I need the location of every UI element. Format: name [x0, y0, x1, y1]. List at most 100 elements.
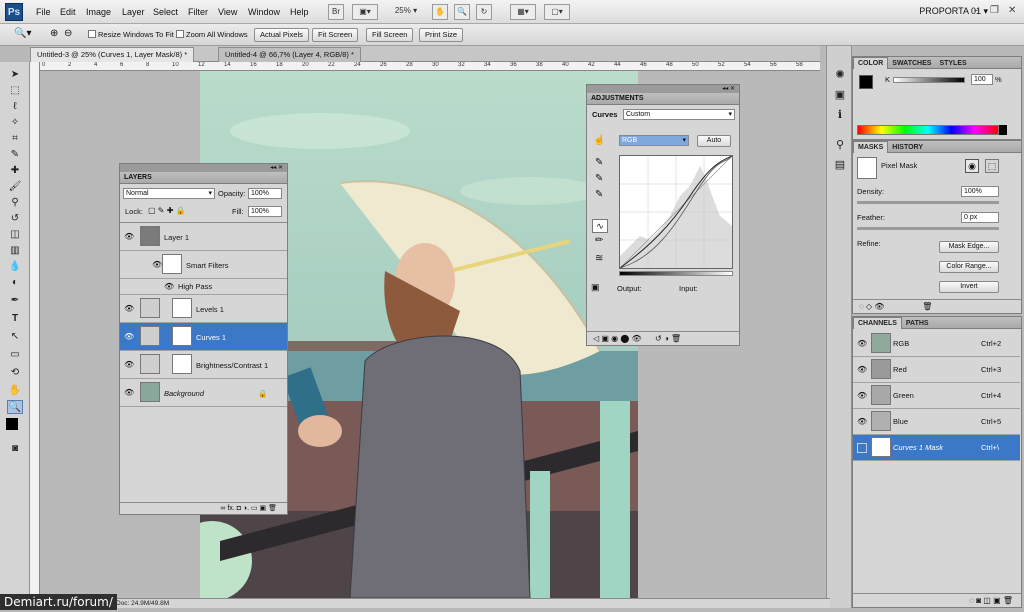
- zoom-level[interactable]: 25% ▾: [388, 4, 424, 20]
- shape-tool-icon[interactable]: ▭: [7, 348, 23, 362]
- tab-color[interactable]: COLOR: [853, 57, 889, 69]
- feather-slider[interactable]: [857, 227, 999, 230]
- eye-icon[interactable]: 👁: [152, 260, 162, 269]
- crop-tool-icon[interactable]: ⌗: [7, 132, 23, 146]
- print-size-button[interactable]: Print Size: [419, 28, 464, 42]
- layer-row-high-pass[interactable]: 👁 High Pass: [120, 279, 287, 295]
- blend-mode-select[interactable]: Normal ▾: [123, 188, 215, 199]
- feather-field[interactable]: 0 px: [961, 212, 999, 223]
- foreground-color-swatch[interactable]: [6, 418, 18, 430]
- move-tool-icon[interactable]: ➤: [7, 68, 23, 82]
- channel-select[interactable]: RGB ▾: [619, 135, 689, 146]
- tab-styles[interactable]: STYLES: [935, 58, 970, 69]
- eye-icon[interactable]: 👁: [164, 282, 174, 291]
- hand-tool-icon[interactable]: ✋: [7, 384, 23, 398]
- tab-paths[interactable]: PATHS: [902, 318, 933, 329]
- resize-windows-checkbox[interactable]: [88, 30, 96, 38]
- rotate-view-icon[interactable]: ↻: [476, 4, 492, 20]
- black-ramp-swatch[interactable]: [999, 125, 1007, 135]
- black-point-eyedropper-icon[interactable]: ✎: [595, 157, 603, 168]
- pencil-tool-icon[interactable]: ✏: [595, 235, 603, 246]
- path-selection-icon[interactable]: ↖: [7, 330, 23, 344]
- channel-row-red[interactable]: 👁 Red Ctrl+3: [853, 357, 1020, 383]
- opacity-field[interactable]: 100%: [248, 188, 282, 199]
- marquee-tool-icon[interactable]: ⬚: [7, 84, 23, 98]
- curves-preset-select[interactable]: Custom ▾: [623, 109, 735, 120]
- mask-edge-button[interactable]: Mask Edge...: [939, 241, 999, 253]
- smooth-icon[interactable]: ≋: [595, 253, 603, 264]
- zoom-tool-icon[interactable]: 🔍: [7, 400, 23, 414]
- tab-masks[interactable]: MASKS: [853, 141, 889, 153]
- actual-pixels-button[interactable]: Actual Pixels: [254, 28, 309, 42]
- hand-tool-icon[interactable]: ✋: [432, 4, 448, 20]
- tab-swatches[interactable]: SWATCHES: [888, 58, 935, 69]
- brush-presets-icon[interactable]: ⚲: [832, 138, 848, 152]
- menu-help[interactable]: Help: [290, 7, 309, 17]
- magic-wand-icon[interactable]: ✧: [7, 116, 23, 130]
- menu-file[interactable]: File: [36, 7, 51, 17]
- zoom-tool-icon[interactable]: 🔍: [454, 4, 470, 20]
- channel-row-curves-mask[interactable]: Curves 1 Mask Ctrl+\: [853, 435, 1020, 461]
- fit-screen-button[interactable]: Fit Screen: [312, 28, 359, 42]
- visibility-box[interactable]: [857, 443, 867, 453]
- tab-untitled-4[interactable]: Untitled-4 @ 66,7% (Layer 4, RGB/8) *: [218, 47, 361, 62]
- lock-icons[interactable]: ▢ ✎ ✚ 🔒: [148, 206, 186, 215]
- gray-point-eyedropper-icon[interactable]: ✎: [595, 173, 603, 184]
- eye-icon[interactable]: 👁: [124, 388, 134, 397]
- channel-row-rgb[interactable]: 👁 RGB Ctrl+2: [853, 331, 1020, 357]
- eye-icon[interactable]: 👁: [857, 339, 867, 348]
- clone-source-icon[interactable]: ▤: [832, 158, 848, 172]
- 3d-rotate-icon[interactable]: ⟲: [7, 366, 23, 380]
- layers-footer-icons[interactable]: ∞ fx. ◘ ◑. ▭ ▣ 🗑: [120, 502, 287, 514]
- screen-mode-icon[interactable]: ▢▾: [544, 4, 570, 20]
- zoom-in-icon[interactable]: ⊕: [50, 28, 58, 39]
- masks-footer-icons[interactable]: ◌ ◇ 👁 🗑: [853, 299, 1021, 313]
- channel-row-blue[interactable]: 👁 Blue Ctrl+5: [853, 409, 1020, 435]
- adjustments-titlebar[interactable]: ◂◂ ✕: [587, 85, 739, 93]
- tab-history[interactable]: HISTORY: [888, 142, 927, 153]
- eye-icon[interactable]: 👁: [857, 365, 867, 374]
- tab-untitled-3[interactable]: Untitled-3 @ 25% (Curves 1, Layer Mask/8…: [30, 47, 195, 62]
- menu-view[interactable]: View: [218, 7, 237, 17]
- density-field[interactable]: 100%: [961, 186, 999, 197]
- dodge-tool-icon[interactable]: ◐: [7, 276, 23, 290]
- zoom-out-icon[interactable]: ⊖: [64, 28, 72, 39]
- layer-row-background[interactable]: 👁 Background 🔒: [120, 379, 287, 407]
- eye-icon[interactable]: 👁: [124, 304, 134, 313]
- eyedropper-tool-icon[interactable]: ✎: [7, 148, 23, 162]
- adjustments-tab[interactable]: ADJUSTMENTS: [587, 93, 739, 105]
- color-ramp[interactable]: [857, 125, 999, 135]
- pixel-mask-icon[interactable]: ◉: [965, 159, 979, 173]
- foreground-swatch[interactable]: [859, 75, 873, 89]
- mini-bridge-icon[interactable]: ▣▾: [352, 4, 378, 20]
- gradient-tool-icon[interactable]: ▥: [7, 244, 23, 258]
- adjustments-footer-icons[interactable]: ◁ ▣ ◉ ⬤ 👁 ↺ ◑ 🗑: [587, 331, 739, 345]
- curves-graph[interactable]: [619, 155, 733, 269]
- color-icon[interactable]: ✺: [832, 68, 848, 82]
- white-point-eyedropper-icon[interactable]: ✎: [595, 189, 603, 200]
- layer-row-levels-1[interactable]: 👁 Levels 1: [120, 295, 287, 323]
- color-range-button[interactable]: Color Range...: [939, 261, 999, 273]
- fill-screen-button[interactable]: Fill Screen: [366, 28, 414, 42]
- clone-stamp-icon[interactable]: ⚲: [7, 196, 23, 210]
- density-slider[interactable]: [857, 201, 999, 204]
- layers-panel-titlebar[interactable]: ◂◂ ✕: [120, 164, 287, 172]
- curve-point-tool-icon[interactable]: ∿: [592, 219, 608, 233]
- restore-icon[interactable]: ❐: [990, 5, 999, 16]
- eye-icon[interactable]: 👁: [124, 332, 134, 341]
- lasso-tool-icon[interactable]: ℓ: [7, 100, 23, 114]
- eye-icon[interactable]: 👁: [124, 232, 134, 241]
- fill-field[interactable]: 100%: [248, 206, 282, 217]
- zoom-all-checkbox[interactable]: [176, 30, 184, 38]
- layer-row-layer-1[interactable]: 👁 Layer 1: [120, 223, 287, 251]
- quick-mask-icon[interactable]: ◙: [7, 442, 23, 456]
- layer-row-brightness-contrast-1[interactable]: 👁 Brightness/Contrast 1: [120, 351, 287, 379]
- layers-tab[interactable]: LAYERS: [120, 172, 287, 184]
- vector-mask-icon[interactable]: ⬚: [985, 159, 999, 173]
- bridge-button[interactable]: Br: [328, 4, 344, 20]
- channel-row-green[interactable]: 👁 Green Ctrl+4: [853, 383, 1020, 409]
- tab-channels[interactable]: CHANNELS: [853, 317, 902, 329]
- k-field[interactable]: 100: [971, 74, 993, 85]
- minimize-icon[interactable]: –: [974, 5, 980, 16]
- arrange-documents-icon[interactable]: ▦▾: [510, 4, 536, 20]
